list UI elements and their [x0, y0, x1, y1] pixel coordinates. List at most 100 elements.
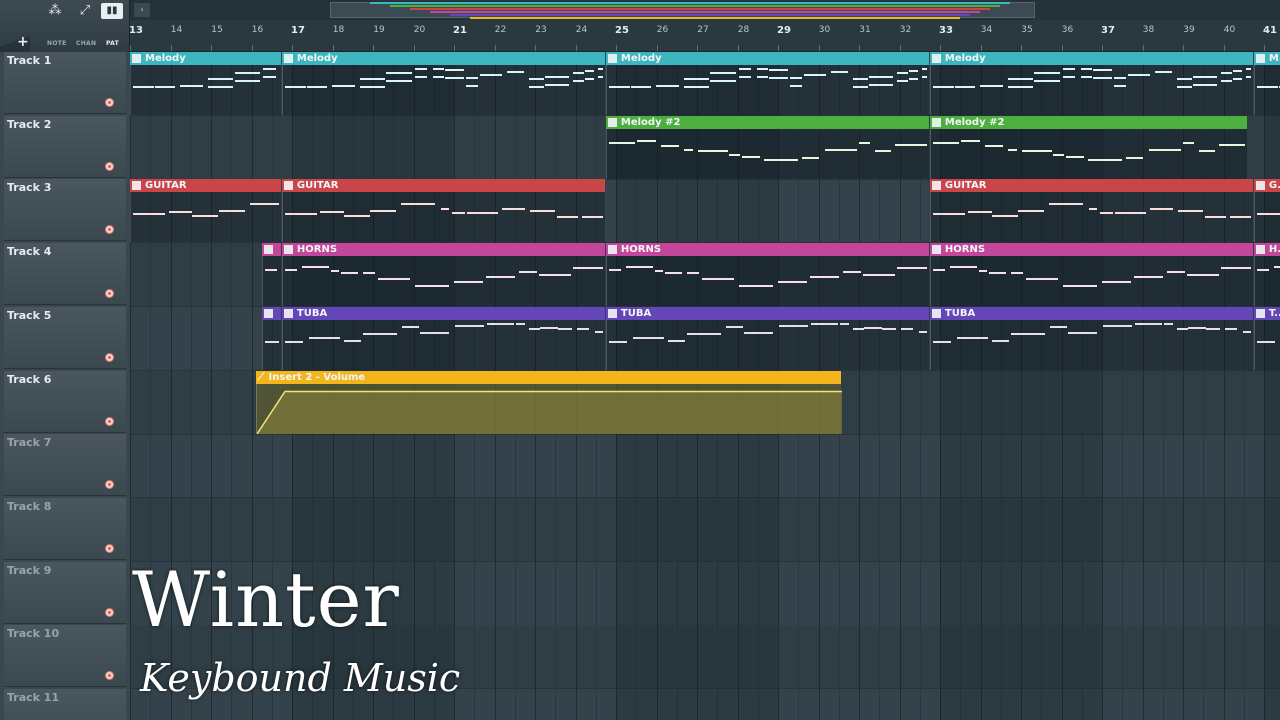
bar-number[interactable]: 33 [939, 25, 953, 36]
clip-header[interactable]: Melody [605, 52, 929, 65]
bar-number[interactable]: 25 [615, 25, 629, 36]
bar-number[interactable]: 13 [129, 25, 143, 36]
clip-header[interactable]: Melody [929, 52, 1253, 65]
clip-header[interactable]: GUITAR [929, 179, 1253, 193]
bar-number[interactable]: 16 [252, 25, 263, 35]
bar-number[interactable]: 17 [291, 25, 305, 36]
bar-number[interactable]: 34 [981, 25, 992, 35]
mode-pat-button[interactable]: PAT [106, 40, 119, 47]
pattern-clip[interactable]: HORNS [605, 243, 929, 307]
track-header[interactable]: Track 6 [4, 370, 126, 433]
track-header[interactable]: Track 2 [4, 115, 126, 178]
track-header[interactable]: Track 11 [4, 689, 126, 720]
bar-number[interactable]: 27 [697, 25, 708, 35]
clip-header[interactable] [261, 306, 281, 320]
track-header[interactable]: Track 8 [4, 497, 126, 560]
clip-header[interactable] [261, 243, 281, 257]
bar-number[interactable]: 36 [1062, 25, 1073, 35]
bar-number[interactable]: 35 [1021, 25, 1032, 35]
pattern-clip[interactable]: M... [1253, 52, 1280, 115]
scroll-left-icon[interactable]: ‹ [134, 3, 150, 17]
pattern-clip[interactable]: GUITAR [929, 179, 1253, 243]
bar-number[interactable]: 20 [414, 25, 425, 35]
bar-number[interactable]: 41 [1263, 25, 1277, 36]
pattern-clip[interactable]: Melody [605, 52, 929, 115]
waveform-icon[interactable]: ⁂ [44, 3, 66, 19]
clip-header[interactable]: TUBA [929, 306, 1253, 320]
automation-clip[interactable]: ⟋ Insert 2 - Volume [255, 370, 842, 434]
track-header[interactable]: Track 9 [4, 561, 126, 624]
pattern-clip[interactable]: Melody #2 [929, 115, 1247, 179]
track-enable-led-icon[interactable] [105, 543, 114, 553]
clip-header[interactable]: G... [1253, 179, 1280, 193]
bar-number[interactable]: 14 [171, 25, 182, 35]
mode-chan-button[interactable]: CHAN [76, 40, 96, 47]
clip-header[interactable]: Melody [130, 52, 281, 65]
pattern-clip[interactable]: TUBA [281, 306, 605, 370]
pattern-clip[interactable]: GUITAR [130, 179, 281, 243]
bar-number[interactable]: 24 [576, 25, 587, 35]
track-enable-led-icon[interactable] [105, 289, 114, 299]
track-enable-led-icon[interactable] [105, 98, 114, 107]
pattern-clip[interactable]: Melody [281, 52, 605, 115]
bar-number[interactable]: 21 [453, 25, 467, 36]
pattern-clip[interactable]: H... [1253, 243, 1280, 307]
clip-header[interactable]: M... [1253, 52, 1280, 65]
track-header[interactable]: Track 4 [4, 243, 126, 306]
bar-number[interactable]: 29 [777, 25, 791, 36]
plus-icon[interactable]: + [17, 34, 29, 50]
track-header[interactable]: Track 5 [4, 306, 126, 369]
timeline-ruler[interactable]: 13 14 15 16 17 18 19 20 21 22 23 24 25 26 27 28 29 30 31 32… [129, 20, 1280, 52]
track-header[interactable]: Track 7 [4, 434, 126, 497]
clip-header[interactable]: GUITAR [281, 179, 605, 193]
clip-header[interactable]: HORNS [929, 243, 1253, 257]
pattern-clip[interactable] [261, 243, 281, 307]
pattern-clip[interactable]: T... [1253, 306, 1280, 370]
clip-header[interactable]: TUBA [605, 306, 929, 320]
pattern-clip[interactable]: Melody [130, 52, 281, 115]
track-header[interactable]: Track 1 [4, 52, 126, 114]
clip-header[interactable]: Melody #2 [605, 115, 929, 129]
pattern-clip[interactable]: HORNS [929, 243, 1253, 307]
track-enable-led-icon[interactable] [105, 480, 114, 490]
bar-number[interactable]: 22 [495, 25, 506, 35]
mode-note-button[interactable]: NOTE [47, 40, 67, 47]
bar-number[interactable]: 38 [1143, 25, 1154, 35]
bar-number[interactable]: 30 [819, 25, 830, 35]
pattern-clip[interactable]: G... [1253, 179, 1280, 243]
playlist-overview[interactable]: ‹ [130, 0, 1280, 21]
pattern-clip[interactable]: TUBA [929, 306, 1253, 370]
bar-number[interactable]: 32 [900, 25, 911, 35]
piano-icon[interactable]: ▮▮ [101, 3, 123, 19]
pattern-clip[interactable] [261, 306, 281, 370]
automation-clip-header[interactable]: ⟋ Insert 2 - Volume [255, 370, 841, 384]
automation-curve-icon[interactable]: ⤢ [74, 3, 96, 19]
track-header[interactable]: Track 3 [4, 179, 126, 242]
bar-number[interactable]: 26 [657, 25, 668, 35]
clip-header[interactable]: H... [1253, 243, 1280, 257]
clip-header[interactable]: T... [1253, 306, 1280, 320]
bar-number[interactable]: 15 [211, 25, 222, 35]
bar-number[interactable]: 39 [1183, 25, 1194, 35]
clip-header[interactable]: GUITAR [130, 179, 281, 193]
clip-header[interactable]: Melody [281, 52, 605, 65]
bar-number[interactable]: 18 [333, 25, 344, 35]
clip-header[interactable]: HORNS [605, 243, 929, 257]
track-enable-led-icon[interactable] [105, 225, 114, 235]
track-enable-led-icon[interactable] [105, 352, 114, 362]
pattern-clip[interactable]: Melody #2 [605, 115, 929, 179]
bar-number[interactable]: 40 [1224, 25, 1235, 35]
track-header[interactable]: Track 10 [4, 625, 126, 688]
clip-header[interactable]: TUBA [281, 306, 605, 320]
track-enable-led-icon[interactable] [105, 671, 114, 681]
pattern-clip[interactable]: TUBA [605, 306, 929, 370]
clip-header[interactable]: HORNS [281, 243, 605, 257]
bar-number[interactable]: 23 [535, 25, 546, 35]
pattern-clip[interactable]: HORNS [281, 243, 605, 307]
track-enable-led-icon[interactable] [105, 416, 114, 426]
track-enable-led-icon[interactable] [105, 607, 114, 617]
bar-number[interactable]: 19 [373, 25, 384, 35]
track-enable-led-icon[interactable] [105, 161, 114, 171]
bar-number[interactable]: 31 [859, 25, 870, 35]
bar-number[interactable]: 37 [1101, 25, 1115, 36]
